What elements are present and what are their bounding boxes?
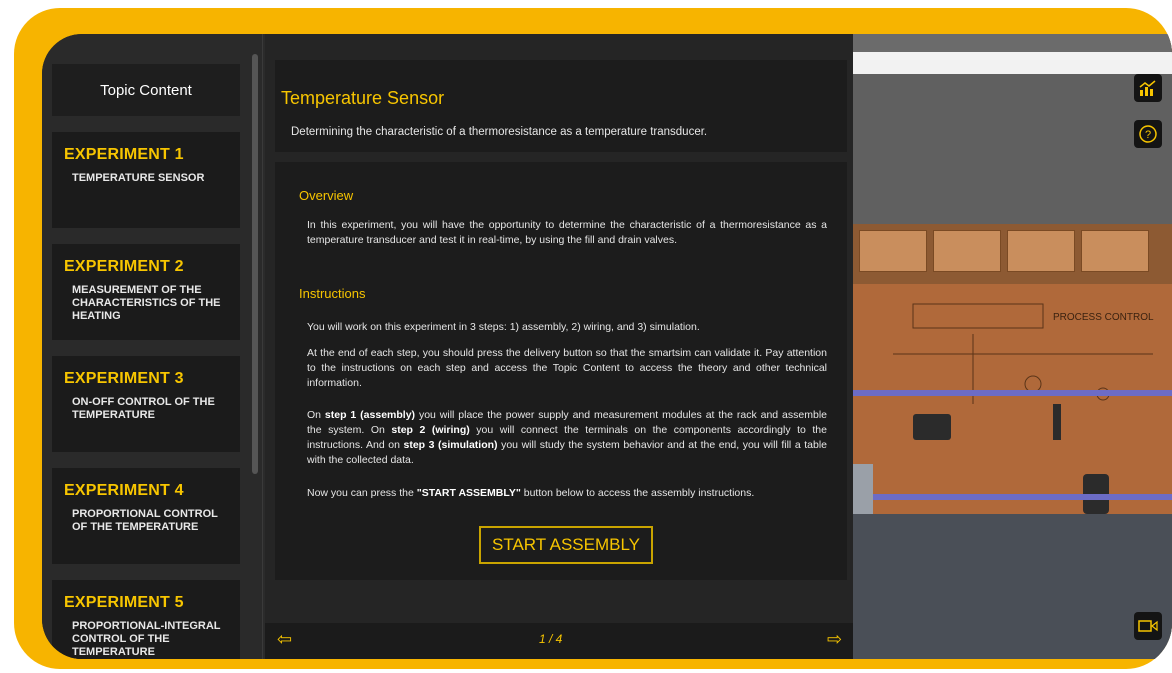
sidebar-scrollbar[interactable] xyxy=(252,54,258,474)
experiment-title: EXPERIMENT 4 xyxy=(64,482,184,499)
experiment-title: EXPERIMENT 1 xyxy=(64,146,184,163)
floor xyxy=(853,514,1172,659)
svg-text:?: ? xyxy=(1145,129,1151,141)
panel-label: PROCESS CONTROL xyxy=(1053,312,1154,323)
overview-heading: Overview xyxy=(299,188,354,203)
measurement-module xyxy=(1007,230,1075,272)
water-pipe xyxy=(853,494,1172,500)
experiment-subtitle: MEASUREMENT OF THE CHARACTERISTICS OF TH… xyxy=(72,284,221,322)
experiment-subtitle: TEMPERATURE SENSOR xyxy=(72,172,205,184)
experiment-subtitle: ON-OFF CONTROL OF THE TEMPERATURE xyxy=(72,396,215,421)
instructions-start-hint: Now you can press the "START ASSEMBLY" b… xyxy=(307,487,755,499)
camera-icon[interactable] xyxy=(1134,612,1162,640)
chart-icon[interactable] xyxy=(1134,74,1162,102)
instructions-delivery: At the end of each step, you should pres… xyxy=(307,347,827,389)
main-panel: Temperature Sensor Determining the chara… xyxy=(265,34,853,659)
sidebar: Topic Content EXPERIMENT 1 TEMPERATURE S… xyxy=(42,34,263,659)
schematic-lines: PROCESS CONTROL xyxy=(893,303,1154,514)
power-supply-module xyxy=(1081,230,1149,272)
instructions-heading: Instructions xyxy=(299,286,366,301)
experiment-card-1[interactable]: EXPERIMENT 1 TEMPERATURE SENSOR xyxy=(52,132,240,228)
experiment-title: EXPERIMENT 5 xyxy=(64,594,184,611)
page-indicator: 1 / 4 xyxy=(539,632,563,646)
experiment-card-2[interactable]: EXPERIMENT 2 MEASUREMENT OF THE CHARACTE… xyxy=(52,244,240,340)
process-control-board: PROCESS CONTROL xyxy=(853,284,1172,514)
instructions-step-summary: You will work on this experiment in 3 st… xyxy=(307,321,700,333)
next-page-arrow-icon[interactable]: ⇨ xyxy=(827,629,842,650)
simulation-view[interactable]: PROCESS CONTROL ? xyxy=(853,34,1172,659)
experiment-card-3[interactable]: EXPERIMENT 3 ON-OFF CONTROL OF THE TEMPE… xyxy=(52,356,240,452)
experiment-card-4[interactable]: EXPERIMENT 4 PROPORTIONAL CONTROL OF THE… xyxy=(52,468,240,564)
background-wall xyxy=(853,74,1172,224)
experiment-title: EXPERIMENT 3 xyxy=(64,370,184,387)
topic-header: Temperature Sensor Determining the chara… xyxy=(275,60,847,152)
overview-text: In this experiment, you will have the op… xyxy=(307,219,827,246)
start-assembly-button[interactable]: START ASSEMBLY xyxy=(479,526,653,564)
topic-content-button[interactable]: Topic Content xyxy=(52,64,240,116)
measurement-module xyxy=(933,230,1001,272)
experiment-title: EXPERIMENT 2 xyxy=(64,258,184,275)
measurement-module xyxy=(859,230,927,272)
pager: ⇦ 1 / 4 ⇨ xyxy=(265,623,853,659)
content-panel: Overview In this experiment, you will ha… xyxy=(275,162,847,580)
ceiling-light xyxy=(853,52,1172,74)
help-icon[interactable]: ? xyxy=(1134,120,1162,148)
water-pipe xyxy=(853,390,1172,396)
previous-page-arrow-icon[interactable]: ⇦ xyxy=(277,629,292,650)
page-description: Determining the characteristic of a ther… xyxy=(291,126,708,138)
app-screen: Topic Content EXPERIMENT 1 TEMPERATURE S… xyxy=(42,34,1172,659)
app-frame: Topic Content EXPERIMENT 1 TEMPERATURE S… xyxy=(14,8,1172,669)
experiment-subtitle: PROPORTIONAL CONTROL OF THE TEMPERATURE xyxy=(72,508,218,533)
experiment-subtitle: PROPORTIONAL-INTEGRAL CONTROL OF THE TEM… xyxy=(72,620,221,658)
page-title: Temperature Sensor xyxy=(281,88,445,108)
experiment-card-5[interactable]: EXPERIMENT 5 PROPORTIONAL-INTEGRAL CONTR… xyxy=(52,580,240,659)
instructions-steps-detail: On step 1 (assembly) you will place the … xyxy=(307,409,827,466)
